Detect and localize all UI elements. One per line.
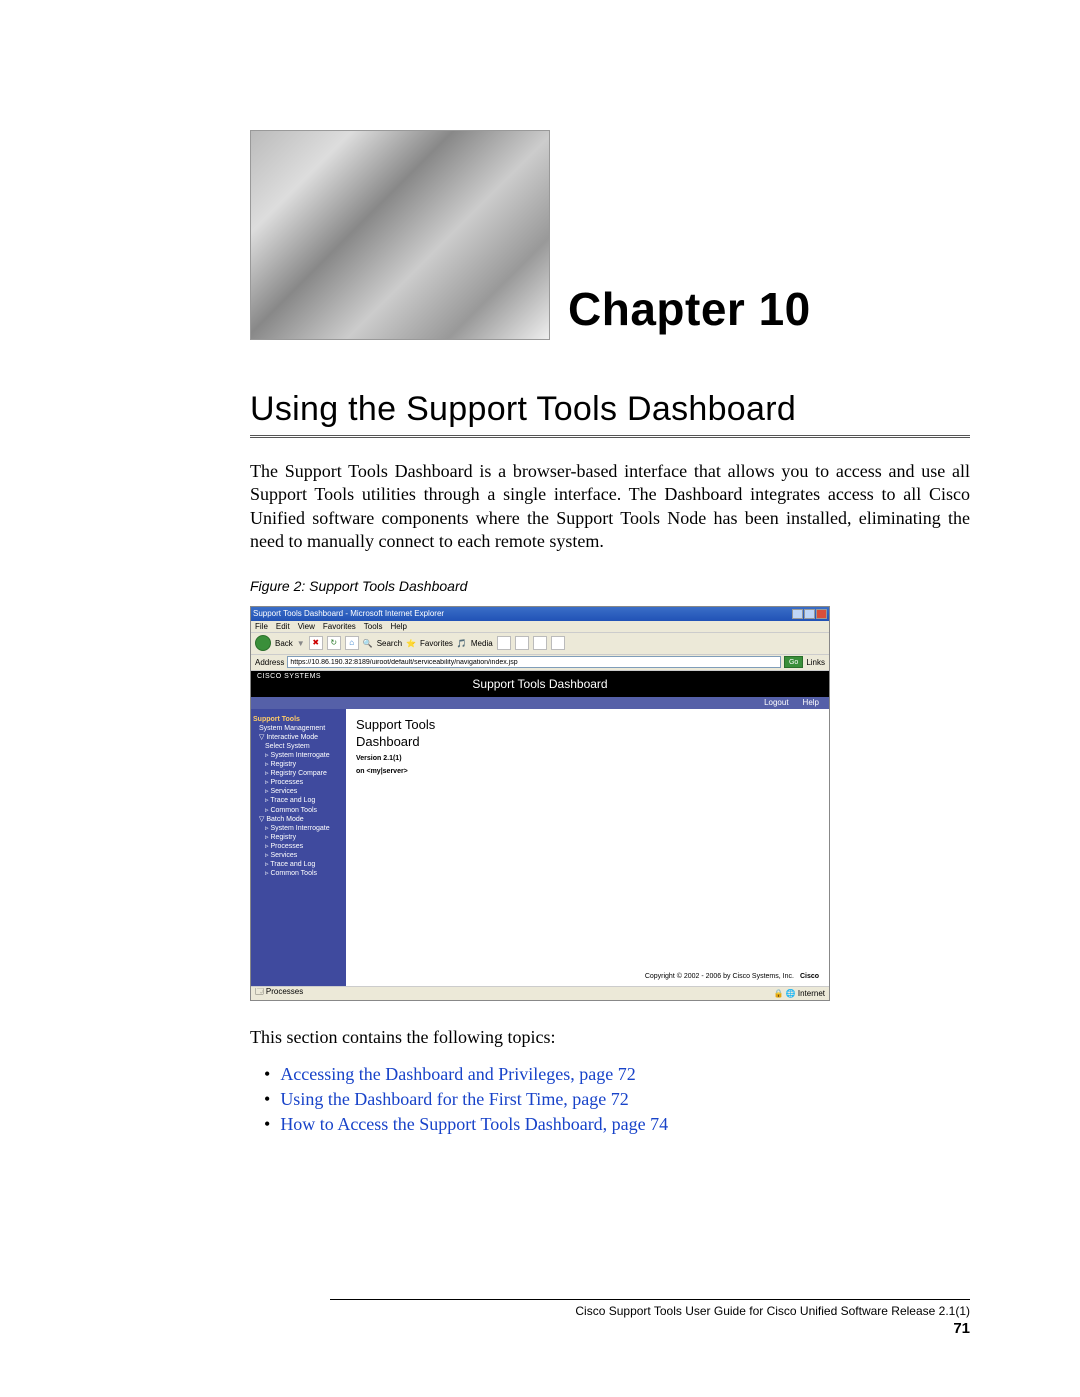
ie-menu-item[interactable]: Edit — [276, 622, 290, 631]
mail-icon[interactable] — [515, 636, 529, 650]
ie-menu-item[interactable]: Help — [390, 622, 406, 631]
stop-icon[interactable]: ✖ — [309, 636, 323, 650]
ie-menu-item[interactable]: File — [255, 622, 268, 631]
back-label[interactable]: Back — [275, 639, 293, 648]
media-icon[interactable]: 🎵 — [457, 639, 467, 648]
sidebar-root[interactable]: Support Tools — [253, 715, 344, 724]
sidebar-group[interactable]: System Management — [253, 724, 344, 733]
refresh-icon[interactable]: ↻ — [327, 636, 341, 650]
address-label: Address — [255, 658, 284, 667]
content-subtitle: Dashboard — [356, 734, 819, 749]
page-footer: Cisco Support Tools User Guide for Cisco… — [330, 1299, 970, 1337]
print-icon[interactable] — [533, 636, 547, 650]
ie-content: CISCO SYSTEMS Support Tools Dashboard Lo… — [251, 671, 829, 986]
powered-logo: Cisco — [800, 973, 819, 980]
topic-link[interactable]: How to Access the Support Tools Dashboar… — [280, 1114, 668, 1134]
cisco-logo: CISCO SYSTEMS — [257, 673, 321, 680]
sidebar-item[interactable]: ▹ Registry Compare — [253, 769, 344, 778]
go-button[interactable]: Go — [784, 656, 803, 668]
intro-paragraph: The Support Tools Dashboard is a browser… — [250, 460, 970, 554]
topic-link[interactable]: Accessing the Dashboard and Privileges, … — [280, 1064, 635, 1084]
sidebar-item[interactable]: ▹ System Interrogate — [253, 824, 344, 833]
sidebar-item[interactable]: ▹ Processes — [253, 778, 344, 787]
chapter-header: Chapter 10 — [250, 130, 970, 340]
ie-statusbar: 🗔 Processes 🔒 🌐 Internet — [251, 986, 829, 1000]
sidebar-item[interactable]: ▹ Registry — [253, 760, 344, 769]
page-number: 71 — [330, 1320, 970, 1337]
sidebar-item[interactable]: Select System — [253, 742, 344, 751]
dashboard-title: Support Tools Dashboard — [472, 677, 607, 691]
chapter-label: Chapter 10 — [568, 282, 811, 340]
ie-title-text: Support Tools Dashboard - Microsoft Inte… — [253, 609, 444, 618]
history-icon[interactable] — [497, 636, 511, 650]
ie-menubar: File Edit View Favorites Tools Help — [251, 621, 829, 633]
favorites-label[interactable]: Favorites — [420, 639, 453, 648]
search-label[interactable]: Search — [377, 639, 402, 648]
help-link[interactable]: Help — [803, 698, 819, 707]
ie-address-bar: Address Go Links — [251, 655, 829, 671]
links-label[interactable]: Links — [806, 658, 825, 667]
sidebar-item[interactable]: ▹ System Interrogate — [253, 751, 344, 760]
ie-titlebar: Support Tools Dashboard - Microsoft Inte… — [251, 607, 829, 621]
ie-menu-item[interactable]: View — [298, 622, 315, 631]
dashboard-subbar: Logout Help — [251, 697, 829, 709]
content-title: Support Tools — [356, 717, 819, 732]
sidebar-group[interactable]: ▽ Interactive Mode — [253, 733, 344, 742]
topic-item: Accessing the Dashboard and Privileges, … — [264, 1062, 970, 1087]
favorites-icon[interactable]: ⭐ — [406, 639, 416, 648]
home-icon[interactable]: ⌂ — [345, 636, 359, 650]
ie-toolbar: Back ▼ ✖ ↻ ⌂ 🔍 Search ⭐ Favorites 🎵 Medi… — [251, 633, 829, 655]
section-title: Using the Support Tools Dashboard — [250, 390, 970, 438]
doc-title: Cisco Support Tools User Guide for Cisco… — [330, 1304, 970, 1318]
status-left: 🗔 Processes — [255, 986, 303, 1000]
topic-item: Using the Dashboard for the First Time, … — [264, 1087, 970, 1112]
topic-item: How to Access the Support Tools Dashboar… — [264, 1112, 970, 1137]
sidebar-group[interactable]: ▽ Batch Mode — [253, 815, 344, 824]
server-text: on <my|server> — [356, 768, 819, 775]
dashboard-header: CISCO SYSTEMS Support Tools Dashboard — [251, 671, 829, 697]
ie-menu-item[interactable]: Favorites — [323, 622, 356, 631]
figure-screenshot: Support Tools Dashboard - Microsoft Inte… — [250, 606, 830, 1001]
dashboard-content: Support Tools Dashboard Version 2.1(1) o… — [346, 709, 829, 986]
logout-link[interactable]: Logout — [764, 698, 788, 707]
ie-menu-item[interactable]: Tools — [364, 622, 383, 631]
topics-intro: This section contains the following topi… — [250, 1027, 970, 1048]
sidebar-item[interactable]: ▹ Processes — [253, 842, 344, 851]
sidebar-item[interactable]: ▹ Registry — [253, 833, 344, 842]
copyright-text: Copyright © 2002 - 2006 by Cisco Systems… — [645, 973, 819, 980]
figure-caption: Figure 2: Support Tools Dashboard — [250, 578, 970, 594]
search-icon[interactable]: 🔍 — [363, 639, 373, 648]
media-label[interactable]: Media — [471, 639, 493, 648]
sidebar-item[interactable]: ▹ Services — [253, 851, 344, 860]
edit-icon[interactable] — [551, 636, 565, 650]
dashboard-sidebar: Support Tools System Management ▽ Intera… — [251, 709, 346, 986]
topic-link[interactable]: Using the Dashboard for the First Time, … — [280, 1089, 628, 1109]
status-right: 🔒 🌐 Internet — [773, 989, 825, 998]
sidebar-item[interactable]: ▹ Trace and Log — [253, 860, 344, 869]
sidebar-item[interactable]: ▹ Common Tools — [253, 806, 344, 815]
ie-window-buttons — [792, 609, 827, 619]
sidebar-item[interactable]: ▹ Services — [253, 787, 344, 796]
chapter-image — [250, 130, 550, 340]
topics-list: Accessing the Dashboard and Privileges, … — [250, 1062, 970, 1138]
sidebar-item[interactable]: ▹ Trace and Log — [253, 796, 344, 805]
sidebar-item[interactable]: ▹ Common Tools — [253, 869, 344, 878]
back-icon[interactable] — [255, 635, 271, 651]
address-input[interactable] — [287, 656, 781, 668]
version-text: Version 2.1(1) — [356, 755, 819, 762]
